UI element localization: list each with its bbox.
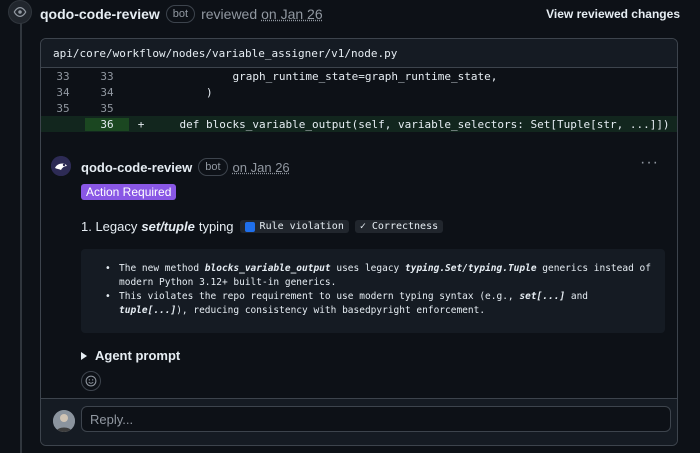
text: uses legacy — [330, 263, 405, 274]
reply-input[interactable] — [81, 406, 671, 432]
smiley-icon — [85, 375, 97, 387]
old-line-number[interactable]: 34 — [41, 86, 85, 99]
file-path[interactable]: api/core/workflow/nodes/variable_assigne… — [41, 39, 677, 68]
review-comment: qodo-code-review bot on Jan 26 ··· Actio… — [41, 152, 677, 399]
correctness-tag: ✓ Correctness — [354, 220, 444, 233]
text: This violates the repo requirement to us… — [119, 291, 520, 302]
violation-title-emphasis: set/tuple — [141, 219, 195, 234]
diff-line: 34 34 ) — [41, 84, 677, 100]
new-line-number[interactable]: 33 — [85, 70, 129, 83]
violation-title: 1. Legacy set/tuple typing Rule violatio… — [81, 219, 444, 234]
list-item: The new method blocks_variable_output us… — [105, 262, 653, 290]
bot-badge: bot — [198, 158, 228, 176]
kebab-menu-icon[interactable]: ··· — [640, 154, 659, 172]
eye-icon — [8, 0, 32, 24]
diff-line: 33 33 graph_runtime_state=graph_runtime_… — [41, 68, 677, 84]
code-em: blocks_variable_output — [204, 263, 331, 274]
avatar[interactable] — [51, 156, 71, 176]
review-action: reviewed — [201, 6, 258, 22]
reply-bar — [41, 398, 677, 445]
diff-hunk: 33 33 graph_runtime_state=graph_runtime_… — [41, 68, 677, 132]
code-text: graph_runtime_state=graph_runtime_state, — [153, 69, 498, 83]
action-required-badge: Action Required — [81, 184, 177, 200]
new-line-number[interactable]: 35 — [85, 102, 129, 115]
comment-author-link[interactable]: qodo-code-review — [81, 160, 192, 175]
review-header: qodo-code-review bot reviewed on Jan 26 … — [40, 4, 680, 24]
old-line-number[interactable]: 33 — [41, 70, 85, 83]
diff-marker: + — [137, 117, 145, 131]
violation-details: The new method blocks_variable_output us… — [81, 249, 665, 333]
review-author-link[interactable]: qodo-code-review — [40, 6, 160, 22]
caret-right-icon — [81, 351, 87, 360]
violation-title-prefix: 1. Legacy — [81, 219, 138, 234]
old-line-number[interactable]: 35 — [41, 102, 85, 115]
list-item: This violates the repo requirement to us… — [105, 290, 653, 318]
code-text: ) — [153, 85, 213, 99]
user-avatar — [53, 410, 75, 432]
view-reviewed-changes-link[interactable]: View reviewed changes — [546, 7, 680, 21]
book-icon — [244, 221, 255, 232]
add-reaction-button[interactable] — [81, 371, 101, 391]
text: and — [565, 291, 589, 302]
text: ), reducing consistency with basedpyrigh… — [176, 305, 486, 316]
diff-line-added: 36 + def blocks_variable_output(self, va… — [41, 116, 677, 132]
agent-prompt-toggle[interactable]: Agent prompt — [81, 348, 180, 363]
timeline-line — [20, 22, 22, 453]
text: The new method — [119, 263, 205, 274]
comment-date-link[interactable]: on Jan 26 — [233, 160, 290, 175]
code-em: tuple[...] — [119, 305, 177, 316]
new-line-number[interactable]: 34 — [85, 86, 129, 99]
new-line-number[interactable]: 36 — [85, 117, 129, 131]
agent-prompt-label: Agent prompt — [95, 348, 181, 363]
diff-line: 35 35 — [41, 100, 677, 116]
code-text: def blocks_variable_output(self, variabl… — [153, 117, 678, 131]
rule-violation-label: Rule violation — [259, 221, 344, 232]
review-thread: api/core/workflow/nodes/variable_assigne… — [40, 38, 678, 446]
code-em: set[...] — [519, 291, 566, 302]
rule-violation-tag: Rule violation — [239, 220, 349, 233]
review-date-link[interactable]: on Jan 26 — [261, 6, 323, 22]
code-em: typing.Set/typing.Tuple — [405, 263, 537, 274]
violation-title-suffix: typing — [198, 219, 234, 234]
comment-header: qodo-code-review bot on Jan 26 — [81, 158, 290, 176]
bot-badge: bot — [165, 5, 196, 23]
